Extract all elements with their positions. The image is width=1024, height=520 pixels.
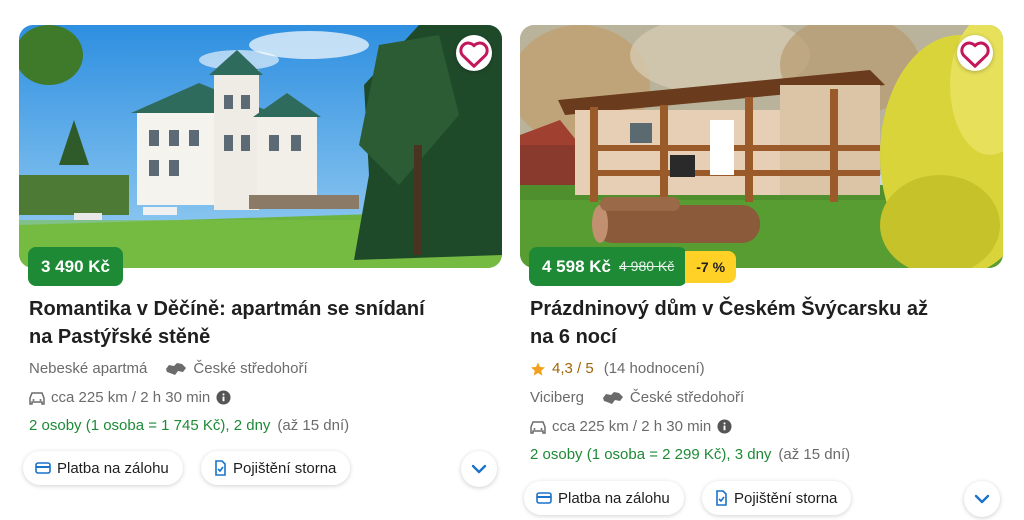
house-photo [520,25,1003,268]
distance-row: cca 225 km / 2 h 30 min [530,418,738,435]
price-row: 3 490 Kč [28,247,123,286]
listing-photo[interactable] [19,25,502,268]
region-map-icon [166,362,187,375]
price-tag: 4 598 Kč 4 980 Kč [529,247,688,286]
listing-title[interactable]: Romantika v Děčíně: apartmán se snídaní … [29,295,469,351]
favorite-button[interactable] [456,35,492,71]
distance-text: cca 225 km / 2 h 30 min [51,389,211,406]
discount-badge: -7 % [685,250,737,283]
info-icon[interactable] [216,390,231,405]
favorite-button[interactable] [957,35,993,71]
rating-value: 4,3 / 5 [552,360,594,377]
insurance-icon [716,490,727,506]
price-value: 3 490 Kč [41,257,110,276]
validity-note: (až 15 dní) [277,417,350,434]
listing-title[interactable]: Prázdninový dům v Českém Švýcarsku až na… [530,295,970,351]
region-name: České středohoří [193,360,308,377]
heart-icon [459,41,489,68]
cancellation-insurance-badge[interactable]: Pojištění storna [702,481,852,515]
listing-title-line-2[interactable]: na 6 nocí [530,323,970,351]
provider-name: Viciberg [530,389,584,406]
price-row: 4 598 Kč 4 980 Kč -7 % [529,247,737,286]
payment-card-icon [536,492,552,504]
badge-label: Platba na zálohu [558,489,670,507]
chevron-down-icon [974,494,990,504]
provider-row: Nebeské apartmá České středohoří [29,360,308,377]
info-icon[interactable] [717,419,732,434]
validity-note: (až 15 dní) [778,446,851,463]
review-count[interactable]: (14 hodnocení) [604,360,705,377]
price-tag: 3 490 Kč [28,247,123,286]
star-icon [531,361,545,376]
car-icon [29,391,45,405]
stay-summary-row: 2 osoby (1 osoba = 1 745 Kč), 2 dny (až … [29,417,349,434]
deposit-payment-badge[interactable]: Platba na zálohu [23,451,183,485]
region-name: České středohoří [629,389,745,406]
heart-icon [960,41,990,68]
stay-summary: 2 osoby (1 osoba = 2 299 Kč), 3 dny [530,446,772,463]
badge-label: Pojištění storna [233,459,337,477]
region-map-icon [602,391,623,404]
provider-name: Nebeské apartmá [29,360,148,377]
deposit-payment-badge[interactable]: Platba na zálohu [524,481,684,515]
listing-title-line-1[interactable]: Romantika v Děčíně: apartmán se snídaní [29,295,469,323]
expand-details-button[interactable] [964,481,1000,517]
listing-photo[interactable] [520,25,1003,268]
stay-summary-row: 2 osoby (1 osoba = 2 299 Kč), 3 dny (až … [530,446,850,463]
badge-label: Platba na zálohu [57,459,169,477]
listing-title-line-1[interactable]: Prázdninový dům v Českém Švýcarsku až [530,295,970,323]
listing-card-2[interactable]: 4 598 Kč 4 980 Kč -7 % Prázdninový dům v… [520,25,1003,517]
rating-row: 4,3 / 5 (14 hodnocení) [530,360,705,377]
badge-label: Pojištění storna [734,489,838,507]
stay-summary: 2 osoby (1 osoba = 1 745 Kč), 2 dny [29,417,271,434]
payment-card-icon [35,462,51,474]
distance-row: cca 225 km / 2 h 30 min [29,389,237,406]
chevron-down-icon [471,464,487,474]
car-icon [530,420,546,434]
listing-card-1[interactable]: 3 490 Kč Romantika v Děčíně: apartmán se… [19,25,502,487]
price-value: 4 598 Kč [542,257,611,276]
old-price: 4 980 Kč [619,258,675,274]
distance-text: cca 225 km / 2 h 30 min [552,418,712,435]
expand-details-button[interactable] [461,451,497,487]
cancellation-insurance-badge[interactable]: Pojištění storna [201,451,351,485]
insurance-icon [215,460,226,476]
listing-title-line-2[interactable]: na Pastýřské stěně [29,323,469,351]
villa-photo [19,25,502,268]
provider-row: Viciberg České středohoří [530,389,744,406]
